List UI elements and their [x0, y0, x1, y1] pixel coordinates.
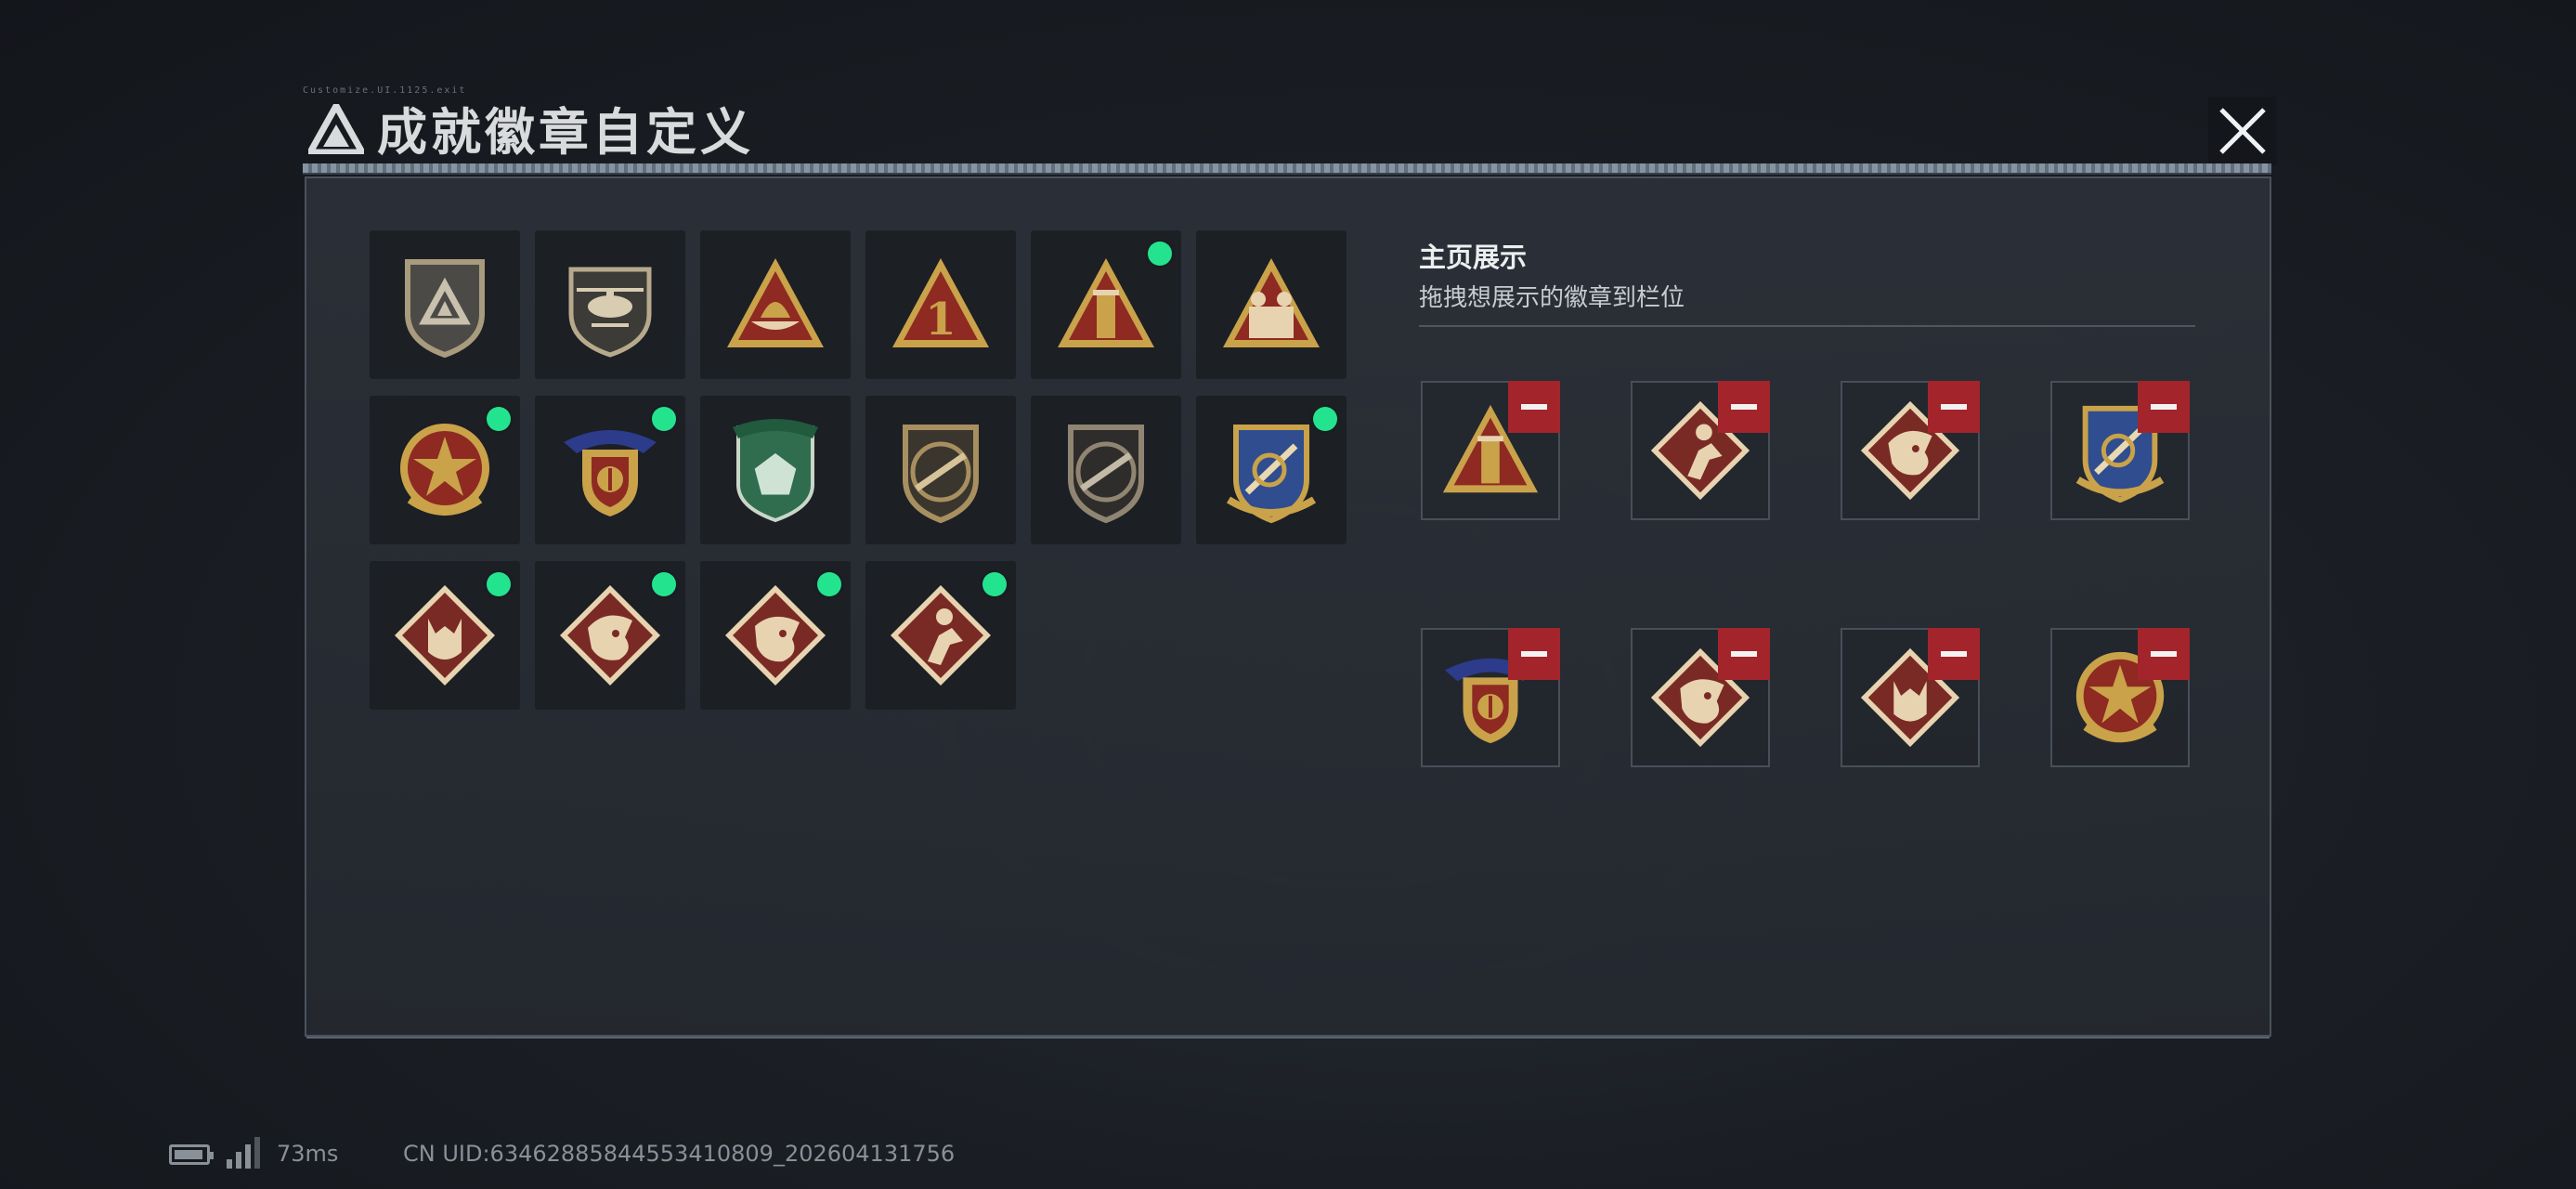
- star-medal-badge-icon: [400, 424, 489, 516]
- remove-badge-button[interactable]: [1718, 381, 1770, 433]
- badge-item[interactable]: [1196, 396, 1347, 544]
- new-indicator-dot: [817, 572, 841, 596]
- badge-item[interactable]: [370, 561, 520, 710]
- wolf-diamond-badge-icon: [395, 585, 495, 686]
- badge-item[interactable]: [535, 230, 685, 379]
- rifle-shield-dark-badge-icon: [1068, 425, 1144, 524]
- triangle-soldiers-badge-icon: [1223, 258, 1320, 347]
- title-divider: [303, 163, 2271, 175]
- badge-item[interactable]: [865, 396, 1016, 544]
- badge-item[interactable]: [700, 396, 851, 544]
- remove-badge-button[interactable]: [1928, 628, 1980, 680]
- green-gem-badge-icon: [733, 419, 818, 523]
- page-title: 成就徽章自定义: [377, 103, 754, 162]
- triangle-tower-badge-icon: [1058, 258, 1154, 347]
- display-section-title: 主页展示: [1419, 242, 1528, 273]
- remove-badge-button[interactable]: [1508, 381, 1560, 433]
- new-indicator-dot: [1313, 407, 1337, 431]
- ping-label: 73ms: [277, 1141, 339, 1167]
- rifle-shield-badge-icon: [903, 425, 979, 524]
- delta-logo-icon: [308, 104, 364, 154]
- display-slot[interactable]: [1631, 381, 1770, 520]
- display-slot[interactable]: [1841, 381, 1980, 520]
- badge-item[interactable]: 1: [865, 230, 1016, 379]
- badge-item[interactable]: [1031, 230, 1181, 379]
- display-slot[interactable]: [2050, 628, 2190, 767]
- display-slot[interactable]: [1421, 628, 1560, 767]
- blue-crest-badge-icon: [1226, 425, 1317, 524]
- badge-item[interactable]: [700, 230, 851, 379]
- new-indicator-dot: [982, 572, 1007, 596]
- badge-item[interactable]: [370, 396, 520, 544]
- dragon-diamond-2-badge-icon: [725, 585, 826, 686]
- remove-badge-button[interactable]: [2138, 381, 2190, 433]
- display-section-subtitle: 拖拽想展示的徽章到栏位: [1419, 284, 1685, 312]
- dragon-diamond-badge-icon: [560, 585, 660, 686]
- badge-item[interactable]: [700, 561, 851, 710]
- winged-crest-badge-icon: [564, 430, 657, 516]
- battery-icon: [169, 1144, 214, 1165]
- remove-badge-button[interactable]: [1928, 381, 1980, 433]
- helicopter-badge-icon: [568, 267, 652, 358]
- badge-item[interactable]: [535, 561, 685, 710]
- display-slot[interactable]: [1841, 628, 1980, 767]
- badge-item[interactable]: [865, 561, 1016, 710]
- badge-item[interactable]: [1031, 396, 1181, 544]
- badge-item[interactable]: [535, 396, 685, 544]
- runner-diamond-badge-icon: [891, 585, 991, 686]
- display-section-divider: [1419, 325, 2195, 327]
- remove-badge-button[interactable]: [1718, 628, 1770, 680]
- new-indicator-dot: [1148, 242, 1172, 266]
- signal-icon: [227, 1137, 260, 1169]
- display-slot[interactable]: [1421, 381, 1560, 520]
- display-slot[interactable]: [1631, 628, 1770, 767]
- shield-triangle-logo-badge-icon: [405, 259, 485, 359]
- new-indicator-dot: [487, 572, 511, 596]
- remove-badge-button[interactable]: [2138, 628, 2190, 680]
- close-icon[interactable]: [2208, 97, 2277, 165]
- remove-badge-button[interactable]: [1508, 628, 1560, 680]
- new-indicator-dot: [652, 572, 676, 596]
- svg-text:1: 1: [925, 294, 956, 346]
- triangle-boat-badge-icon: [727, 258, 824, 347]
- triangle-number-one-badge-icon: 1: [892, 258, 989, 347]
- display-slot[interactable]: [2050, 381, 2190, 520]
- new-indicator-dot: [487, 407, 511, 431]
- badge-item[interactable]: [1196, 230, 1347, 379]
- new-indicator-dot: [652, 407, 676, 431]
- badge-item[interactable]: [370, 230, 520, 379]
- uid-label: CN UID:6346288584455341080​9_20260413175…: [403, 1141, 956, 1167]
